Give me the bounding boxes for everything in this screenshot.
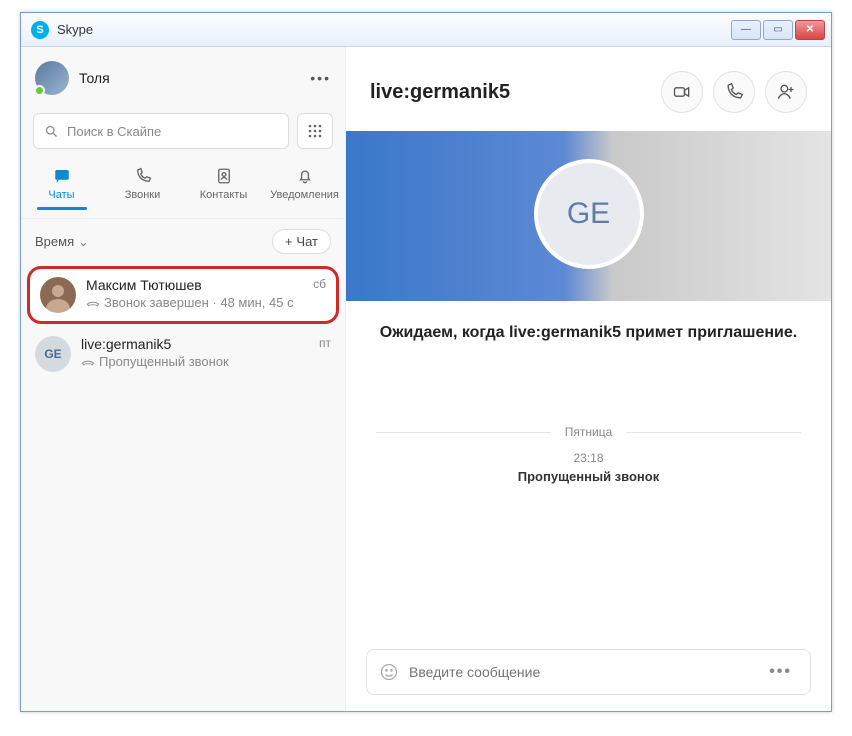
plus-icon: + bbox=[285, 234, 293, 249]
chevron-down-icon: ⌄ bbox=[78, 234, 89, 250]
missed-call-entry: 23:18 Пропущенный звонок bbox=[346, 451, 831, 484]
profile-name: Толя bbox=[79, 70, 110, 86]
chat-panel: live:germanik5 GE Ожидаем, когда live:ge… bbox=[346, 47, 831, 711]
avatar bbox=[40, 277, 76, 313]
conversation-date: пт bbox=[319, 336, 331, 352]
handset-icon bbox=[86, 298, 100, 308]
conversation-subtitle: Пропущенный звонок bbox=[99, 354, 229, 369]
video-call-button[interactable] bbox=[661, 71, 703, 113]
dialpad-icon bbox=[307, 123, 323, 139]
composer-more-icon[interactable]: ••• bbox=[769, 663, 792, 681]
more-icon[interactable]: ••• bbox=[310, 70, 331, 86]
missed-call-text: Пропущенный звонок bbox=[346, 469, 831, 484]
conversation-item[interactable]: GE live:germanik5 пт Пропущенный звонок bbox=[21, 326, 345, 382]
title-bar: S Skype — ▭ ✕ bbox=[21, 13, 831, 47]
contacts-icon bbox=[214, 167, 234, 185]
dialpad-button[interactable] bbox=[297, 113, 333, 149]
conversation-list: Максим Тютюшев сб Звонок завершен · 48 м… bbox=[21, 264, 345, 711]
avatar bbox=[35, 61, 69, 95]
tab-notifications[interactable]: Уведомления bbox=[264, 167, 345, 218]
profile-banner: GE bbox=[346, 131, 831, 301]
new-chat-button[interactable]: + Чат bbox=[272, 229, 331, 254]
video-icon bbox=[672, 82, 692, 102]
add-person-button[interactable] bbox=[765, 71, 807, 113]
message-composer[interactable]: ••• bbox=[366, 649, 811, 695]
conversation-name: live:germanik5 bbox=[81, 336, 171, 352]
close-button[interactable]: ✕ bbox=[795, 20, 825, 40]
contact-avatar: GE bbox=[534, 159, 644, 269]
sort-label: Время bbox=[35, 234, 74, 249]
search-input[interactable]: Поиск в Скайпе bbox=[33, 113, 289, 149]
skype-icon: S bbox=[31, 21, 49, 39]
nav-tabs: Чаты Звонки Контакты Уведомления bbox=[21, 161, 345, 219]
emoji-icon[interactable] bbox=[379, 662, 399, 682]
phone-icon bbox=[133, 167, 153, 185]
chat-header: live:germanik5 bbox=[346, 47, 831, 131]
conversation-name: Максим Тютюшев bbox=[86, 277, 202, 293]
chat-icon bbox=[52, 167, 72, 185]
chat-timeline: Пятница 23:18 Пропущенный звонок bbox=[346, 365, 831, 625]
call-time: 23:18 bbox=[346, 451, 831, 465]
day-divider: Пятница bbox=[376, 425, 801, 439]
minimize-button[interactable]: — bbox=[731, 20, 761, 40]
bell-icon bbox=[295, 167, 315, 185]
audio-call-button[interactable] bbox=[713, 71, 755, 113]
maximize-button[interactable]: ▭ bbox=[763, 20, 793, 40]
app-window: S Skype — ▭ ✕ Толя ••• Поиск в Скайпе bbox=[20, 12, 832, 712]
window-title: Skype bbox=[57, 22, 93, 37]
handset-icon bbox=[81, 357, 95, 367]
add-person-icon bbox=[776, 82, 796, 102]
avatar: GE bbox=[35, 336, 71, 372]
conversation-item[interactable]: Максим Тютюшев сб Звонок завершен · 48 м… bbox=[27, 266, 339, 324]
phone-icon bbox=[724, 82, 744, 102]
presence-dot bbox=[34, 85, 45, 96]
conversation-date: сб bbox=[313, 277, 326, 293]
sidebar: Толя ••• Поиск в Скайпе Чаты bbox=[21, 47, 346, 711]
profile-row[interactable]: Толя ••• bbox=[21, 47, 345, 105]
message-input[interactable] bbox=[409, 664, 759, 680]
tab-chats[interactable]: Чаты bbox=[21, 167, 102, 218]
tab-contacts[interactable]: Контакты bbox=[183, 167, 264, 218]
invite-pending-message: Ожидаем, когда live:germanik5 примет при… bbox=[346, 301, 831, 365]
search-placeholder: Поиск в Скайпе bbox=[67, 124, 161, 139]
conversation-subtitle: Звонок завершен · 48 мин, 45 с bbox=[104, 295, 294, 310]
tab-calls[interactable]: Звонки bbox=[102, 167, 183, 218]
chat-title: live:germanik5 bbox=[370, 81, 510, 104]
sort-row[interactable]: Время ⌄ + Чат bbox=[21, 219, 345, 264]
search-icon bbox=[44, 124, 59, 139]
